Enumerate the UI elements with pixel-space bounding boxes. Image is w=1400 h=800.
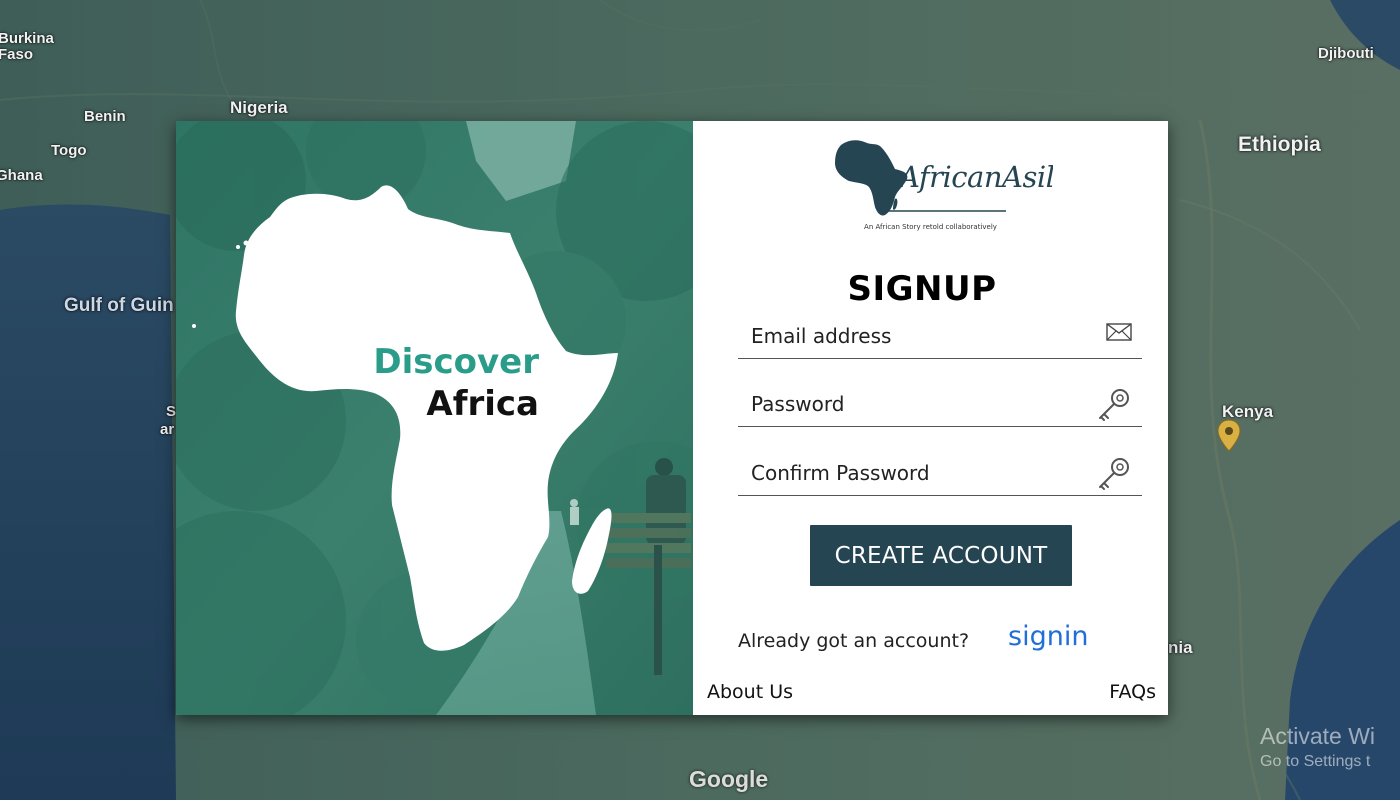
map-label-ghana: Ghana: [0, 167, 43, 184]
confirm-password-input[interactable]: [738, 455, 1091, 491]
password-input[interactable]: [738, 386, 1091, 422]
map-label-benin: Benin: [84, 108, 126, 125]
hero-heading: Discover Africa: [373, 341, 539, 425]
african-asili-logo: AfricanAsili: [835, 140, 1053, 216]
google-attribution: Google: [689, 766, 769, 792]
signup-title: SIGNUP: [847, 269, 997, 309]
key-icon: [1099, 458, 1129, 490]
email-input[interactable]: [738, 318, 1091, 354]
map-pin-icon[interactable]: [1216, 419, 1242, 453]
confirm-password-field: [738, 455, 1142, 496]
watermark-line-1: Activate Wi: [1260, 723, 1376, 749]
map-label-nigeria: Nigeria: [230, 98, 288, 117]
faqs-link[interactable]: FAQs: [1109, 681, 1156, 703]
map-label-burkina-faso: Burkina Faso: [0, 30, 54, 63]
activate-windows-watermark: Activate Wi Go to Settings t: [1260, 723, 1375, 771]
map-label-fragment: ar: [160, 421, 175, 438]
signin-link[interactable]: signin: [1008, 621, 1088, 652]
email-field: [738, 318, 1142, 359]
map-label-ethiopia: Ethiopia: [1238, 133, 1321, 156]
hero-line-africa: Africa: [426, 384, 539, 424]
map-label-djibouti: Djibouti: [1318, 45, 1374, 62]
envelope-icon: [1106, 323, 1132, 341]
key-icon: [1099, 389, 1129, 421]
map-label-fragment: S: [166, 403, 177, 420]
watermark-line-2: Go to Settings t: [1260, 753, 1371, 770]
hero-line-discover: Discover: [373, 342, 539, 382]
brand-tagline: An African Story retold collaboratively: [864, 223, 997, 231]
map-label-tanzania: nia: [1168, 638, 1193, 657]
already-have-account-text: Already got an account?: [738, 630, 970, 652]
map-label-gulf-of-guinea: Gulf of Guin: [64, 295, 174, 316]
create-account-button[interactable]: CREATE ACCOUNT: [810, 525, 1072, 586]
hero-panel: Discover Africa: [176, 121, 693, 715]
signup-form-panel: AfricanAsili An African Story retold col…: [693, 121, 1168, 715]
map-label-togo: Togo: [51, 142, 87, 159]
password-field: [738, 386, 1142, 427]
about-us-link[interactable]: About Us: [707, 681, 793, 703]
signup-card: Discover Africa AfricanAsili An African …: [176, 121, 1168, 715]
svg-text:AfricanAsili: AfricanAsili: [896, 160, 1053, 194]
